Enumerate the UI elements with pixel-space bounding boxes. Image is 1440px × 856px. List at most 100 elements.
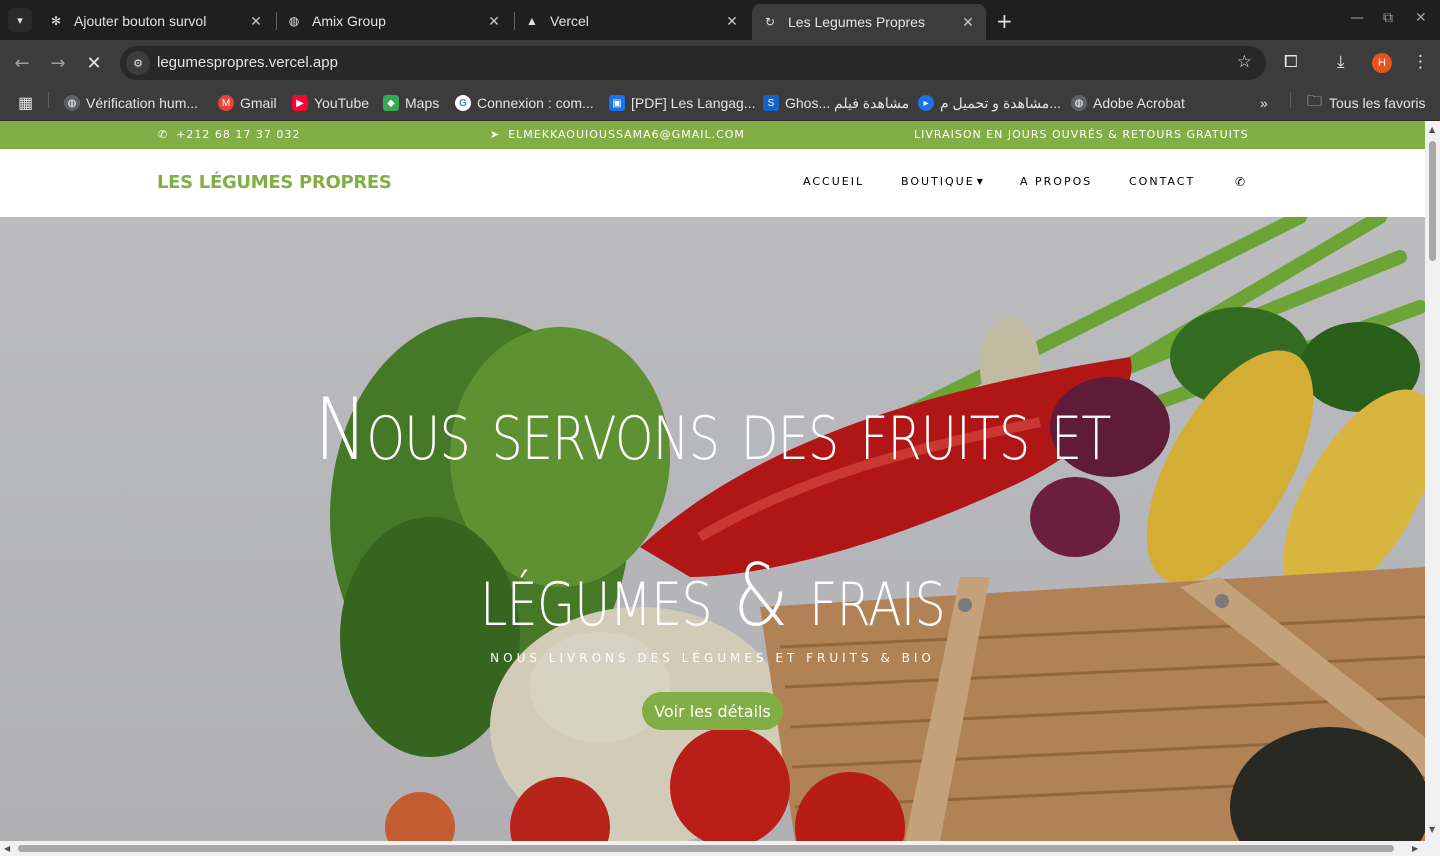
address-bar[interactable]: ⚙ legumespropres.vercel.app ☆ [120, 46, 1266, 80]
paper-plane-icon: ➤ [490, 128, 501, 141]
scroll-down-icon[interactable]: ▼ [1429, 825, 1435, 834]
scroll-left-icon[interactable]: ◀ [4, 844, 10, 853]
minimize-icon[interactable]: — [1350, 10, 1364, 26]
phone-contact[interactable]: ✆ +212 68 17 37 032 [158, 128, 300, 141]
vertical-scrollbar[interactable]: ▲ ▼ [1425, 121, 1440, 841]
tab-title: Amix Group [312, 13, 386, 29]
tab-title: Vercel [550, 13, 589, 29]
profile-avatar[interactable]: H [1372, 53, 1392, 73]
tab-strip: ▾ ✻ Ajouter bouton survol ✕ ◍ Amix Group… [0, 0, 1440, 40]
globe-icon: ◍ [64, 95, 80, 111]
tab-1[interactable]: ✻ Ajouter bouton survol ✕ [38, 6, 274, 36]
more-bookmarks-chevron-icon[interactable]: » [1260, 92, 1268, 114]
hero-banner: Nous servons des fruits et légumes & fra… [0, 217, 1425, 841]
openai-icon: ✻ [50, 14, 62, 28]
download-icon[interactable]: ⤓ [1337, 52, 1345, 72]
email-contact[interactable]: ➤ ELMEKKAOUIOUSSAMA6@GMAIL.COM [490, 128, 745, 141]
close-icon[interactable]: ✕ [486, 13, 502, 30]
nav-home[interactable]: ACCUEIL [803, 175, 864, 188]
bookmark-label: Connexion : com... [477, 95, 594, 111]
loading-icon: ↻ [764, 15, 776, 29]
horizontal-scroll-thumb[interactable] [18, 845, 1394, 852]
tab-2[interactable]: ◍ Amix Group ✕ [276, 6, 512, 36]
view-details-button[interactable]: Voir les détails [642, 692, 783, 730]
tab-title: Ajouter bouton survol [74, 13, 207, 29]
shipping-text: LIVRAISON EN JOURS OUVRÉS & RETOURS GRAT… [914, 128, 1249, 141]
play-icon: ▸ [918, 95, 934, 111]
phone-icon: ✆ [158, 128, 169, 141]
bookmark-label: [PDF] Les Langag... [631, 95, 756, 111]
bookmark-item[interactable]: M Gmail [218, 92, 277, 114]
menu-kebab-icon[interactable]: ⋮ [1412, 52, 1429, 72]
bookmark-item[interactable]: ▸ مشاهدة و تحميل م... [918, 92, 1061, 114]
all-bookmarks-label: Tous les favoris [1329, 95, 1426, 111]
bookmark-item[interactable]: ◍ Vérification hum... [64, 92, 198, 114]
bookmark-item[interactable]: ▶ YouTube [292, 92, 369, 114]
maps-icon: ◆ [383, 95, 399, 111]
site-info-icon[interactable]: ⚙ [126, 51, 150, 75]
forward-arrow-icon[interactable]: → [46, 51, 70, 75]
hero-title-line-1: Nous servons des fruits et [314, 380, 1111, 480]
nav-about[interactable]: A PROPOS [1020, 175, 1092, 188]
bookmark-item[interactable]: S Ghos... مشاهدة فيلم [763, 92, 909, 114]
window-close-icon[interactable]: ✕ [1415, 10, 1427, 26]
bookmark-label: Vérification hum... [86, 95, 199, 111]
folder-icon: 🗀 [1307, 92, 1323, 110]
apps-grid-icon[interactable]: ▦ [18, 92, 33, 114]
horizontal-scrollbar[interactable]: ◀ ▶ [0, 841, 1440, 856]
close-icon[interactable]: ✕ [960, 14, 976, 31]
caret-down-icon: ▼ [976, 177, 983, 186]
site-logo[interactable]: LES LÉGUMES PROPRES [157, 172, 392, 193]
tab-4-active[interactable]: ↻ Les Legumes Propres ✕ [752, 4, 986, 40]
vercel-icon: ▲ [526, 14, 538, 28]
close-icon[interactable]: ✕ [724, 13, 740, 30]
tab-3[interactable]: ▲ Vercel ✕ [514, 6, 750, 36]
contact-topbar: ✆ +212 68 17 37 032 ➤ ELMEKKAOUIOUSSAMA6@G… [0, 121, 1425, 149]
bookmark-item[interactable]: ▣ [PDF] Les Langag... [609, 92, 756, 114]
hero-subtitle: NOUS LIVRONS DES LÉGUMES ET FRUITS & BIO [490, 651, 935, 665]
nav-shop-label: BOUTIQUE [901, 175, 975, 188]
pdf-icon: ▣ [609, 95, 625, 111]
bookmark-label: YouTube [314, 95, 370, 111]
nav-shop-dropdown[interactable]: BOUTIQUE ▼ [901, 175, 983, 188]
plus-icon: + [996, 9, 1013, 33]
shipping-info: LIVRAISON EN JOURS OUVRÉS & RETOURS GRAT… [914, 128, 1249, 141]
vertical-scroll-thumb[interactable] [1429, 141, 1436, 261]
s-icon: S [763, 95, 779, 111]
nav-contact[interactable]: CONTACT [1129, 175, 1195, 188]
browser-toolbar: ← → ✕ ⚙ legumespropres.vercel.app ☆ ⧠ ⤓ … [0, 40, 1440, 85]
bookmark-label: مشاهدة و تحميل م... [940, 94, 1061, 111]
bookmark-label: Adobe Acrobat [1093, 95, 1185, 111]
scroll-up-icon[interactable]: ▲ [1429, 125, 1435, 134]
scroll-right-icon[interactable]: ▶ [1412, 844, 1418, 853]
back-arrow-icon[interactable]: ← [10, 51, 34, 75]
email-text: ELMEKKAOUIOUSSAMA6@GMAIL.COM [508, 128, 745, 141]
gmail-icon: M [218, 95, 234, 111]
bookmarks-bar: ▦ ◍ Vérification hum... M Gmail ▶ YouTube ◆… [0, 85, 1440, 121]
tab-search-button[interactable]: ▾ [8, 8, 32, 32]
stop-loading-icon[interactable]: ✕ [82, 51, 106, 75]
bookmarks-divider [1290, 92, 1291, 108]
phone-text: +212 68 17 37 032 [176, 128, 301, 141]
youtube-icon: ▶ [292, 95, 308, 111]
restore-icon[interactable]: ⧉ [1383, 10, 1393, 26]
bookmark-item[interactable]: G Connexion : com... [455, 92, 594, 114]
all-bookmarks-folder[interactable]: 🗀 Tous les favoris [1307, 92, 1426, 114]
web-page: ✆ +212 68 17 37 032 ➤ ELMEKKAOUIOUSSAMA6@G… [0, 121, 1440, 856]
bookmark-label: Maps [405, 95, 440, 111]
bookmark-label: Gmail [240, 95, 277, 111]
extensions-icon[interactable]: ⧠ [1284, 52, 1298, 72]
bookmark-item[interactable]: ◍ Adobe Acrobat [1071, 92, 1185, 114]
globe-icon: ◍ [288, 14, 300, 28]
bookmark-star-icon[interactable]: ☆ [1237, 52, 1252, 72]
bookmark-item[interactable]: ◆ Maps [383, 92, 439, 114]
globe-icon: ◍ [1071, 95, 1087, 111]
new-tab-button[interactable]: + [996, 9, 1013, 33]
url-text[interactable]: legumespropres.vercel.app [157, 54, 338, 71]
site-navbar: LES LÉGUMES PROPRES ACCUEIL BOUTIQUE ▼ A … [0, 149, 1425, 217]
close-icon[interactable]: ✕ [248, 13, 264, 30]
bookmark-label: Ghos... مشاهدة فيلم [785, 94, 910, 111]
bookmarks-divider [48, 92, 49, 108]
whatsapp-icon[interactable]: ✆ [1235, 175, 1245, 189]
chevron-down-icon: ▾ [17, 13, 23, 27]
